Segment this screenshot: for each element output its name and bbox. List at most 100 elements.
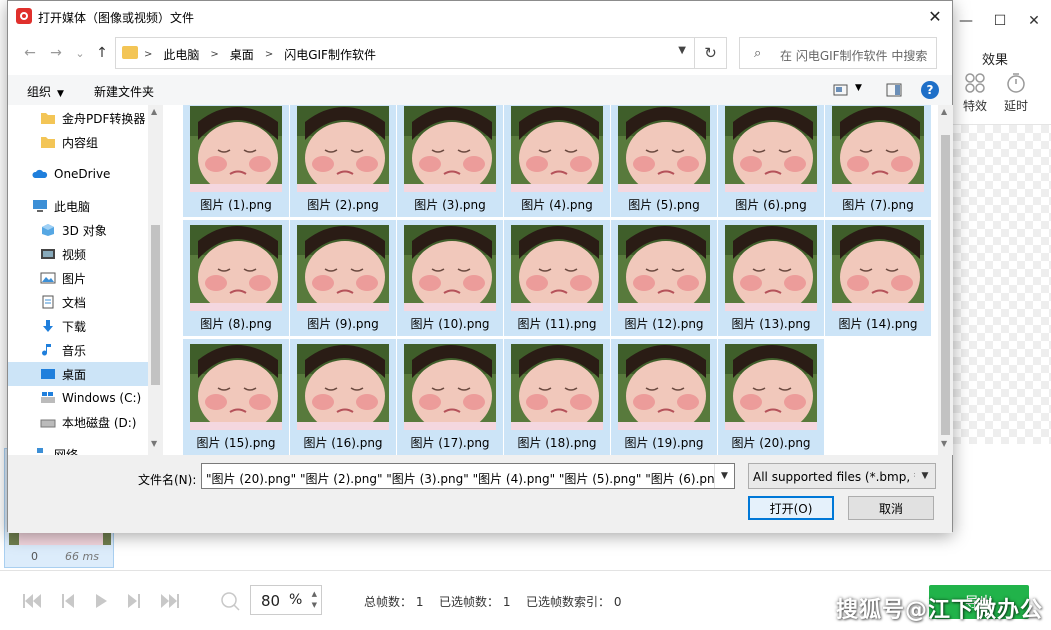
change-view-icon[interactable] xyxy=(833,83,849,97)
file-tile[interactable]: 图片 (18).png xyxy=(504,339,610,455)
maximize-button[interactable]: ☐ xyxy=(983,6,1017,36)
preview-canvas[interactable] xyxy=(953,124,1051,444)
cancel-button[interactable]: 取消 xyxy=(848,496,934,520)
zoom-stepper[interactable]: 80 % ▲ ▼ xyxy=(250,585,322,615)
zoom-button[interactable] xyxy=(218,589,242,613)
file-list-scroll-thumb[interactable] xyxy=(941,135,950,435)
file-thumbnail xyxy=(190,344,282,430)
forward-button[interactable]: → xyxy=(46,43,66,63)
file-tile[interactable]: 图片 (2).png xyxy=(290,105,396,217)
navigation-row: ← → ⌄ ↑ > 此电脑 > 桌面 > 闪电GIF制作软件 ▼ ↻ ⌕ 在 闪… xyxy=(8,35,952,71)
file-tile[interactable]: 图片 (8).png xyxy=(183,220,289,336)
sidebar-item-music[interactable]: 音乐 xyxy=(8,338,148,362)
file-list-scrollbar[interactable]: ▲ ▼ xyxy=(938,105,953,455)
address-dropdown-icon[interactable]: ▼ xyxy=(678,45,686,56)
sidebar-item-downloads[interactable]: 下载 xyxy=(8,314,148,338)
breadcrumb-desktop[interactable]: 桌面 xyxy=(230,46,254,63)
file-tile[interactable]: 图片 (19).png xyxy=(611,339,717,455)
file-thumbnail xyxy=(832,106,924,192)
back-button[interactable]: ← xyxy=(20,43,40,63)
file-tile[interactable]: 图片 (10).png xyxy=(397,220,503,336)
file-tile[interactable]: 图片 (7).png xyxy=(825,105,931,217)
timer-icon xyxy=(1007,73,1025,93)
file-tile[interactable]: 图片 (20).png xyxy=(718,339,824,455)
scroll-up-icon[interactable]: ▲ xyxy=(941,107,947,116)
selected-index-stat: 已选帧数索引： 0 xyxy=(526,593,621,610)
first-frame-button[interactable] xyxy=(20,589,44,613)
file-thumbnail xyxy=(190,225,282,311)
dialog-close-button[interactable]: ✕ xyxy=(918,1,952,32)
delay-tool-button[interactable]: 延时 xyxy=(996,72,1036,114)
sidebar-scrollbar[interactable]: ▲ ▼ xyxy=(148,105,163,455)
sidebar-item-label: 金舟PDF转换器 xyxy=(62,111,146,126)
file-tile[interactable]: 图片 (17).png xyxy=(397,339,503,455)
file-tile[interactable]: 图片 (12).png xyxy=(611,220,717,336)
filename-value: "图片 (20).png" "图片 (2).png" "图片 (3).png" … xyxy=(206,472,735,486)
organize-button[interactable]: 组织 ▼ xyxy=(27,83,64,100)
filename-label: 文件名(N): xyxy=(138,473,197,487)
file-tile[interactable]: 图片 (1).png xyxy=(183,105,289,217)
sidebar-item-3d-objects[interactable]: 3D 对象 xyxy=(8,218,148,242)
music-icon xyxy=(42,344,51,356)
play-button[interactable] xyxy=(89,589,113,613)
zoom-spin-arrows[interactable]: ▲ ▼ xyxy=(312,589,317,611)
breadcrumb-this-pc[interactable]: 此电脑 xyxy=(163,46,199,63)
sidebar-item-network[interactable]: 网络 xyxy=(8,442,148,455)
recent-locations-button[interactable]: ⌄ xyxy=(70,43,90,63)
file-tile[interactable]: 图片 (13).png xyxy=(718,220,824,336)
last-frame-button[interactable] xyxy=(158,589,182,613)
file-tile[interactable]: 图片 (3).png xyxy=(397,105,503,217)
breadcrumb-current-folder[interactable]: 闪电GIF制作软件 xyxy=(284,46,376,63)
desktop-icon xyxy=(41,369,55,379)
help-icon[interactable]: ? xyxy=(921,81,939,99)
search-box[interactable]: ⌕ 在 闪电GIF制作软件 中搜索 xyxy=(739,37,937,69)
zoom-unit: % xyxy=(289,592,303,608)
file-tile[interactable]: 图片 (16).png xyxy=(290,339,396,455)
file-tile[interactable]: 图片 (5).png xyxy=(611,105,717,217)
file-tile[interactable]: 图片 (4).png xyxy=(504,105,610,217)
refresh-button[interactable]: ↻ xyxy=(694,38,726,68)
file-name: 图片 (7).png xyxy=(842,198,914,212)
new-folder-button[interactable]: 新建文件夹 xyxy=(94,83,154,100)
sidebar-item-content-group[interactable]: 内容组 xyxy=(8,130,148,154)
address-bar[interactable]: > 此电脑 > 桌面 > 闪电GIF制作软件 ▼ ↻ xyxy=(115,37,727,69)
computer-icon xyxy=(33,200,47,212)
previous-frame-button[interactable] xyxy=(56,589,80,613)
chevron-down-icon[interactable]: ▼ xyxy=(714,464,734,488)
file-tile[interactable]: 图片 (15).png xyxy=(183,339,289,455)
file-tile[interactable]: 图片 (9).png xyxy=(290,220,396,336)
sidebar-item-this-pc[interactable]: 此电脑 xyxy=(8,194,148,218)
app-close-button[interactable]: ✕ xyxy=(1017,6,1051,36)
minimize-button[interactable]: — xyxy=(949,6,983,36)
sidebar-item-drive-c[interactable]: Windows (C:) xyxy=(8,386,148,410)
scroll-down-icon[interactable]: ▼ xyxy=(941,439,947,448)
file-tile[interactable]: 图片 (14).png xyxy=(825,220,931,336)
file-thumbnail xyxy=(725,225,817,311)
up-folder-button[interactable]: ↑ xyxy=(92,43,112,63)
search-icon: ⌕ xyxy=(754,46,762,61)
play-icon xyxy=(96,594,107,608)
sidebar-scroll-thumb[interactable] xyxy=(151,225,160,385)
file-thumbnail xyxy=(404,225,496,311)
effects-tool-button[interactable]: 特效 xyxy=(955,72,995,114)
sidebar-item-jinzhou-pdf[interactable]: 金舟PDF转换器 xyxy=(8,106,148,130)
preview-pane-icon[interactable] xyxy=(886,83,902,97)
sidebar-item-desktop[interactable]: 桌面 xyxy=(8,362,148,386)
sidebar-item-videos[interactable]: 视频 xyxy=(8,242,148,266)
drive-c-icon xyxy=(41,392,55,403)
open-button[interactable]: 打开(O) xyxy=(748,496,834,520)
scroll-down-icon[interactable]: ▼ xyxy=(151,439,157,448)
sidebar-item-documents[interactable]: 文档 xyxy=(8,290,148,314)
sidebar-item-onedrive[interactable]: OneDrive xyxy=(8,162,148,186)
next-frame-button[interactable] xyxy=(122,589,146,613)
view-options-dropdown[interactable]: ▼ xyxy=(855,83,862,93)
sidebar-item-pictures[interactable]: 图片 xyxy=(8,266,148,290)
selected-index-value: 0 xyxy=(613,595,622,609)
file-tile[interactable]: 图片 (6).png xyxy=(718,105,824,217)
chevron-down-icon[interactable]: ▼ xyxy=(915,464,935,488)
file-tile[interactable]: 图片 (11).png xyxy=(504,220,610,336)
file-type-select[interactable]: All supported files (*.bmp, *. ▼ xyxy=(748,463,936,489)
scroll-up-icon[interactable]: ▲ xyxy=(151,107,157,116)
filename-input[interactable]: "图片 (20).png" "图片 (2).png" "图片 (3).png" … xyxy=(201,463,735,489)
sidebar-item-drive-d[interactable]: 本地磁盘 (D:) xyxy=(8,410,148,434)
